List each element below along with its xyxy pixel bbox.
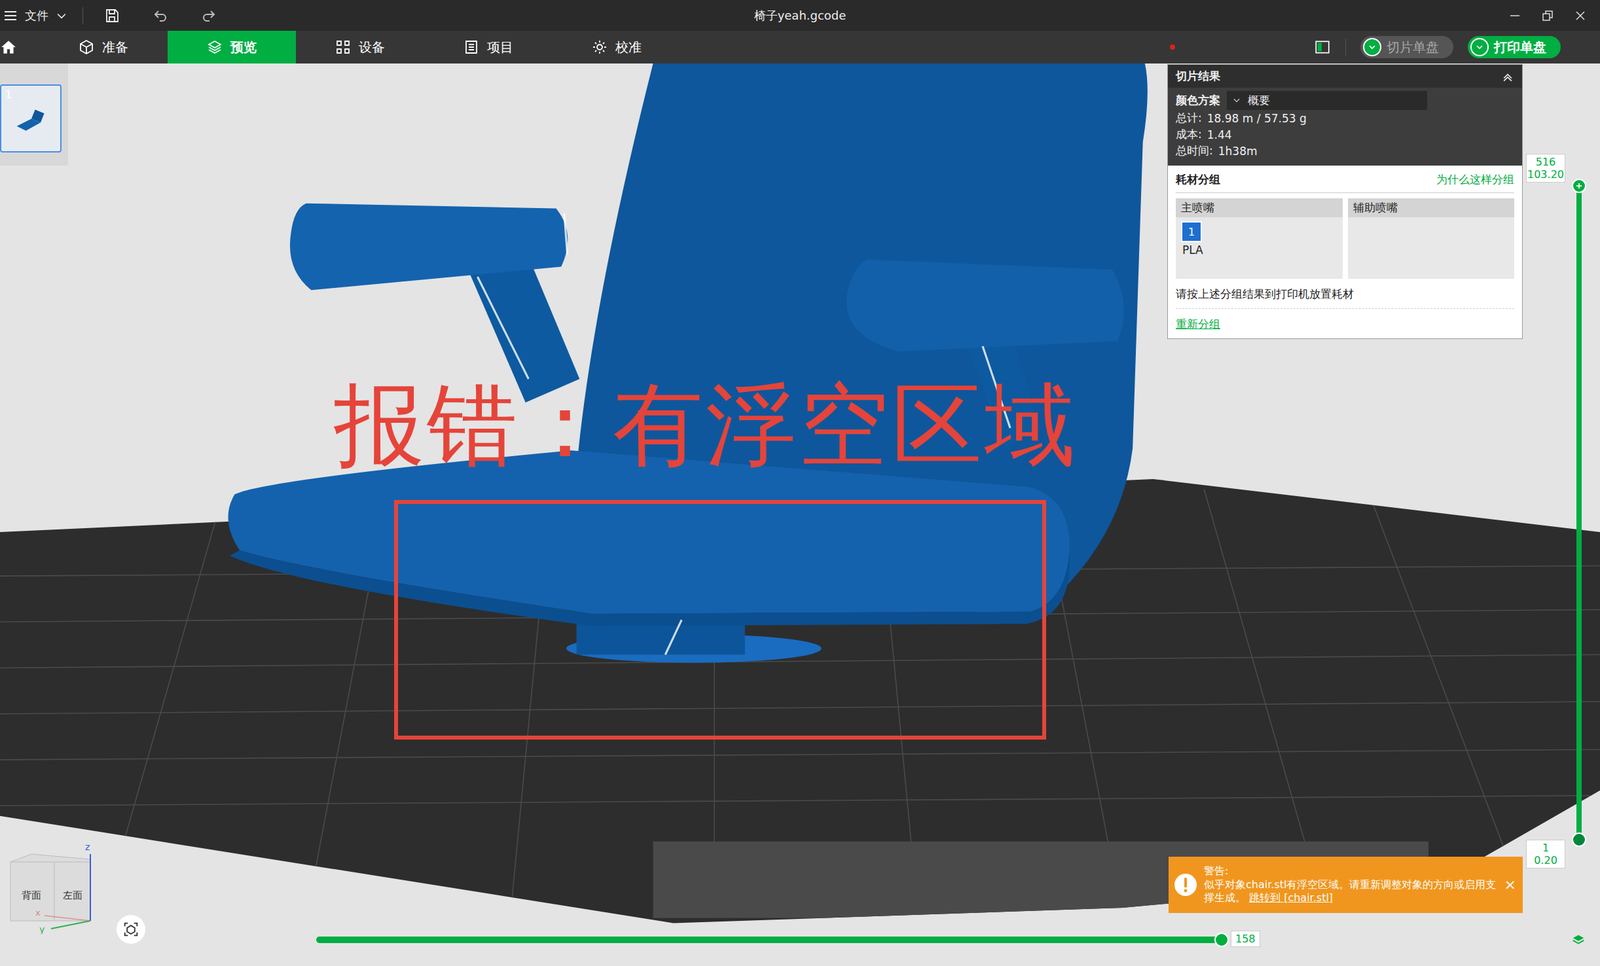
- color-scheme-dropdown[interactable]: 概要: [1226, 90, 1428, 110]
- jump-to-object-link[interactable]: 跳转到 [chair.stl]: [1249, 891, 1333, 905]
- slice-result-panel: 切片结果颜色方案概要总计:18.98 m / 57.53 g成本:1.44总时间…: [1167, 64, 1523, 340]
- camera-icon: [121, 920, 141, 939]
- stat-row: 总计:18.98 m / 57.53 g: [1175, 109, 1515, 127]
- layer-top-label: 516103.20: [1526, 153, 1566, 183]
- print-button[interactable]: 打印单盘: [1467, 36, 1561, 59]
- device-tab[interactable]: 设备: [295, 30, 425, 64]
- svg-text:y: y: [39, 924, 45, 935]
- title-bar: 文件 椅子yeah.gcode: [0, 0, 1600, 31]
- redo-icon[interactable]: [200, 7, 217, 24]
- plate-thumbnail[interactable]: 1: [0, 84, 62, 153]
- plate-list: 1: [0, 63, 69, 166]
- undo-icon[interactable]: [152, 7, 169, 24]
- tab-bar: 准备预览设备项目校准 切片单盘打印单盘: [0, 30, 1600, 64]
- svg-text:背面: 背面: [21, 889, 42, 902]
- project-tab-icon: [463, 39, 480, 55]
- file-menu[interactable]: 文件: [2, 7, 74, 24]
- error-annotation: 报错：有浮空区域: [333, 380, 1078, 471]
- panel-header[interactable]: 切片结果: [1167, 64, 1523, 88]
- restore-icon[interactable]: [1539, 7, 1556, 24]
- stat-row: 总时间:1h38m: [1175, 142, 1515, 160]
- slice-button[interactable]: 切片单盘: [1360, 36, 1454, 59]
- prepare-tab[interactable]: 准备: [39, 30, 168, 64]
- nozzle-box: 辅助喷嘴: [1347, 198, 1515, 279]
- app-window: 文件 椅子yeah.gcode 准备预览设备项目校准 切片单盘打印单盘 1 报错：有浮空区…: [0, 0, 1600, 966]
- preview-tab-icon: [206, 39, 223, 55]
- camera-reset-button[interactable]: [116, 915, 146, 945]
- calibration-tab[interactable]: 校准: [552, 30, 681, 64]
- save-icon[interactable]: [104, 7, 120, 24]
- view-cube[interactable]: 背面 左面 z yx: [5, 842, 97, 935]
- layers-icon[interactable]: [1571, 932, 1586, 948]
- prepare-tab-icon: [78, 39, 95, 55]
- top-handle[interactable]: [1571, 178, 1587, 194]
- chevron-down-icon: [1232, 95, 1242, 105]
- chevron-down-icon: [54, 9, 69, 23]
- layout-icon[interactable]: [1313, 38, 1331, 56]
- move-value: 158: [1230, 930, 1261, 948]
- close-icon[interactable]: [1572, 7, 1589, 24]
- notification-dot: [1169, 44, 1176, 50]
- close-toast-button[interactable]: ×: [1504, 875, 1517, 895]
- warning-icon: [1173, 873, 1198, 897]
- dropdown-chevron-icon[interactable]: [1470, 37, 1489, 57]
- 3d-viewport[interactable]: 1 报错：有浮空区域切片结果颜色方案概要总计:18.98 m / 57.53 g成…: [0, 63, 1600, 966]
- svg-text:左面: 左面: [62, 889, 83, 902]
- bottom-handle[interactable]: [1571, 832, 1587, 848]
- collapse-icon[interactable]: [1501, 70, 1515, 84]
- home-icon[interactable]: [0, 38, 18, 56]
- svg-text:x: x: [35, 908, 41, 918]
- layer-bottom-label: 10.20: [1526, 839, 1566, 869]
- move-handle[interactable]: [1214, 932, 1229, 948]
- layer-slider[interactable]: [1576, 185, 1582, 840]
- warning-toast: 警告:似乎对象chair.stl有浮空区域。请重新调整对象的方向或启用支撑生成。…: [1168, 856, 1523, 914]
- nozzle-box: 主喷嘴1PLA: [1175, 198, 1343, 279]
- highlight-box: [394, 500, 1047, 740]
- window-title: 椅子yeah.gcode: [754, 7, 847, 24]
- preview-tab[interactable]: 预览: [167, 30, 296, 64]
- device-tab-icon: [335, 39, 351, 55]
- minimize-icon[interactable]: [1507, 7, 1523, 24]
- calibration-tab-icon: [591, 39, 608, 55]
- move-slider[interactable]: [316, 936, 1222, 944]
- hamburger-icon: [2, 7, 19, 24]
- svg-text:z: z: [85, 842, 90, 853]
- regroup-link[interactable]: 重新分组: [1175, 317, 1221, 331]
- object-thumbnail-icon: [13, 105, 50, 135]
- why-grouping-link[interactable]: 为什么这样分组: [1436, 172, 1515, 188]
- dropdown-chevron-icon[interactable]: [1363, 37, 1382, 57]
- stat-row: 成本:1.44: [1175, 126, 1515, 143]
- filament-slot[interactable]: 1PLA: [1182, 222, 1337, 257]
- project-tab[interactable]: 项目: [424, 30, 553, 64]
